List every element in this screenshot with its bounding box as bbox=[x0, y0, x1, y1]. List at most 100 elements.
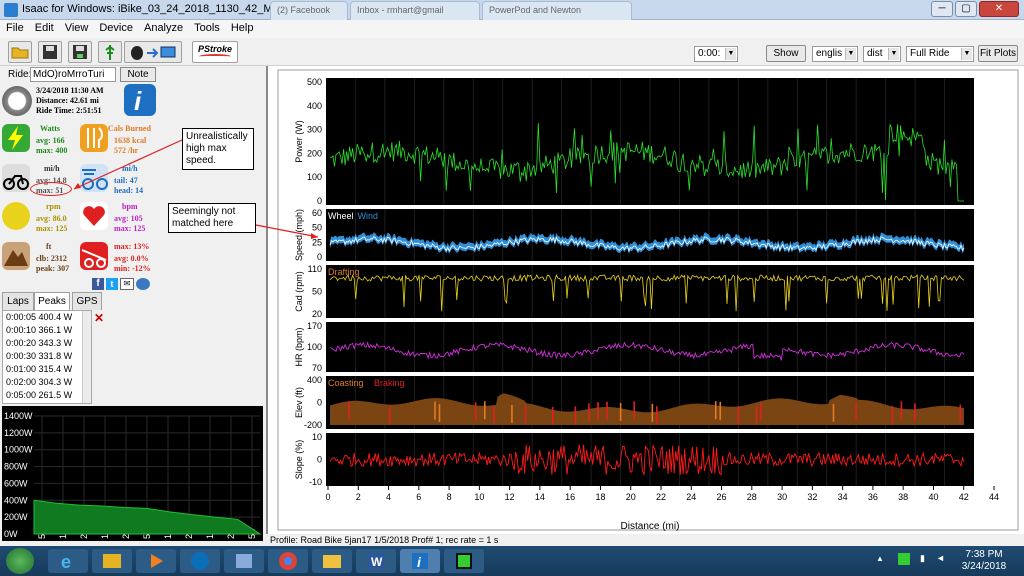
network-icon[interactable]: ▮ bbox=[920, 553, 932, 565]
app-icon[interactable] bbox=[224, 549, 264, 573]
y-tick-label: 170 bbox=[307, 321, 322, 331]
wind-title: mi/h bbox=[122, 164, 138, 173]
hr-title: bpm bbox=[122, 202, 138, 211]
x-tick-label: 28 bbox=[747, 492, 757, 502]
show-button[interactable]: Show bbox=[766, 45, 806, 62]
tab-laps[interactable]: Laps bbox=[2, 292, 34, 310]
coasting-band bbox=[511, 404, 513, 423]
garmin-icon[interactable] bbox=[444, 549, 484, 573]
y-axis-label: Speed (mph) bbox=[294, 209, 304, 261]
tray-arrow-icon[interactable]: ▲ bbox=[876, 554, 886, 564]
menu-view[interactable]: View bbox=[59, 20, 94, 34]
clock-date[interactable]: 3/24/2018 bbox=[955, 561, 1013, 572]
menu-tools[interactable]: Tools bbox=[188, 20, 225, 34]
x-tick-label: 0 bbox=[325, 492, 330, 502]
sensor-transfer-icon[interactable] bbox=[124, 41, 182, 63]
twitter-icon[interactable]: t bbox=[106, 278, 118, 290]
usb-icon[interactable] bbox=[98, 41, 122, 63]
tray-app-icon[interactable] bbox=[898, 553, 910, 565]
y-tick-label: 20 bbox=[312, 309, 322, 319]
save-as-icon[interactable] bbox=[68, 41, 92, 63]
peaks-list[interactable]: 0:00:05 400.4 W 0:00:10 366.1 W 0:00:20 … bbox=[2, 310, 92, 404]
browser-tab[interactable]: PowerPod and Newton bbox=[482, 1, 632, 20]
save-icon[interactable] bbox=[38, 41, 62, 63]
minimize-button[interactable]: ─ bbox=[931, 1, 953, 17]
note-button[interactable]: Note bbox=[120, 67, 156, 82]
range-select[interactable]: Full Ride ▼ bbox=[906, 46, 974, 62]
list-item[interactable]: 0:00:30 331.8 W bbox=[3, 350, 91, 363]
hp-icon[interactable] bbox=[180, 549, 220, 573]
coasting-band bbox=[719, 401, 722, 420]
scrollbar[interactable] bbox=[82, 311, 91, 403]
x-tick-label: 18 bbox=[595, 492, 605, 502]
coasting-band bbox=[493, 406, 495, 425]
isaac-icon[interactable]: i bbox=[400, 549, 440, 573]
facebook-icon[interactable]: f bbox=[92, 278, 104, 290]
coasting-band bbox=[656, 406, 658, 425]
coasting-band bbox=[755, 405, 758, 424]
tab-gps[interactable]: GPS bbox=[72, 292, 102, 310]
folder-icon[interactable] bbox=[312, 549, 352, 573]
fit-plots-button[interactable]: Fit Plots bbox=[978, 45, 1018, 62]
x-tick-label: 38 bbox=[898, 492, 908, 502]
coasting-band bbox=[483, 401, 486, 420]
browser-tab[interactable]: (2) Facebook bbox=[270, 1, 348, 20]
list-item[interactable]: 0:00:10 366.1 W bbox=[3, 324, 91, 337]
units-select[interactable]: englis ▼ bbox=[812, 46, 858, 62]
volume-icon[interactable]: ◄ bbox=[936, 553, 948, 565]
email-icon[interactable]: ✉ bbox=[120, 278, 134, 290]
coasting-band bbox=[551, 406, 554, 425]
ride-date: 3/24/2018 11:30 AM bbox=[36, 86, 104, 95]
menu-analyze[interactable]: Analyze bbox=[138, 20, 188, 34]
close-button[interactable]: ✕ bbox=[979, 1, 1019, 17]
y-tick-label: 800W bbox=[4, 462, 28, 472]
menu-device[interactable]: Device bbox=[93, 20, 138, 34]
open-folder-icon[interactable] bbox=[8, 41, 32, 63]
x-tick-label: 10 bbox=[474, 492, 484, 502]
cadence-max: max: 125 bbox=[36, 224, 68, 233]
list-item[interactable]: 0:01:00 315.4 W bbox=[3, 363, 91, 376]
y-tick-label: 200W bbox=[4, 512, 28, 522]
clock-time[interactable]: 7:38 PM bbox=[955, 549, 1013, 560]
slope-max: max: 13% bbox=[114, 242, 150, 251]
list-item[interactable]: 0:05:00 261.5 W bbox=[3, 389, 91, 402]
ride-label: Ride: bbox=[8, 69, 32, 80]
list-item[interactable]: 0:02:00 304.3 W bbox=[3, 376, 91, 389]
coasting-band bbox=[714, 401, 717, 420]
axis-select[interactable]: dist ▼ bbox=[863, 46, 901, 62]
tab-peaks[interactable]: Peaks bbox=[34, 292, 70, 310]
y-tick-label: 400 bbox=[307, 375, 322, 385]
close-icon[interactable]: ✕ bbox=[94, 311, 104, 325]
maximize-button[interactable]: ▢ bbox=[955, 1, 977, 17]
list-item[interactable]: 0:00:05 400.4 W bbox=[3, 311, 91, 324]
speed-title: mi/h bbox=[44, 164, 60, 173]
pstroke-button[interactable]: PStroke bbox=[192, 41, 238, 63]
explorer-icon[interactable] bbox=[92, 549, 132, 573]
menu-edit[interactable]: Edit bbox=[29, 20, 59, 34]
ride-time: Ride Time: 2:51:51 bbox=[36, 106, 102, 115]
y-axis-label: Power (W) bbox=[294, 120, 304, 163]
y-tick-label: 1200W bbox=[4, 428, 33, 438]
browser-tab[interactable]: Inbox - rmhart@gmail bbox=[350, 1, 480, 20]
share-icon[interactable] bbox=[136, 278, 150, 290]
tab-bar: Laps Peaks GPS bbox=[2, 292, 264, 310]
ride-name-input[interactable]: MdO)roMrroTuri bbox=[30, 67, 116, 82]
list-item[interactable]: 0:00:20 343.3 W bbox=[3, 337, 91, 350]
y-tick-label: 100 bbox=[307, 342, 322, 352]
coasting-band bbox=[597, 401, 599, 420]
media-icon[interactable] bbox=[136, 549, 176, 573]
coasting-band bbox=[959, 404, 962, 423]
watts-title: Watts bbox=[40, 124, 60, 133]
ride-plots[interactable]: 5004003002001000Power (W)6050250Speed (m… bbox=[268, 66, 1024, 534]
svg-text:W: W bbox=[371, 555, 383, 569]
word-icon[interactable]: W bbox=[356, 549, 396, 573]
time-select[interactable]: 0:00: ▼ bbox=[694, 46, 738, 62]
chrome-icon[interactable] bbox=[268, 549, 308, 573]
y-tick-label: -200 bbox=[304, 420, 322, 430]
coasting-band bbox=[737, 406, 740, 425]
menu-file[interactable]: File bbox=[0, 20, 29, 34]
ie-icon[interactable]: e bbox=[48, 549, 88, 573]
x-tick-label: 20 bbox=[626, 492, 636, 502]
menu-help[interactable]: Help bbox=[225, 20, 259, 34]
start-button[interactable] bbox=[6, 548, 34, 574]
